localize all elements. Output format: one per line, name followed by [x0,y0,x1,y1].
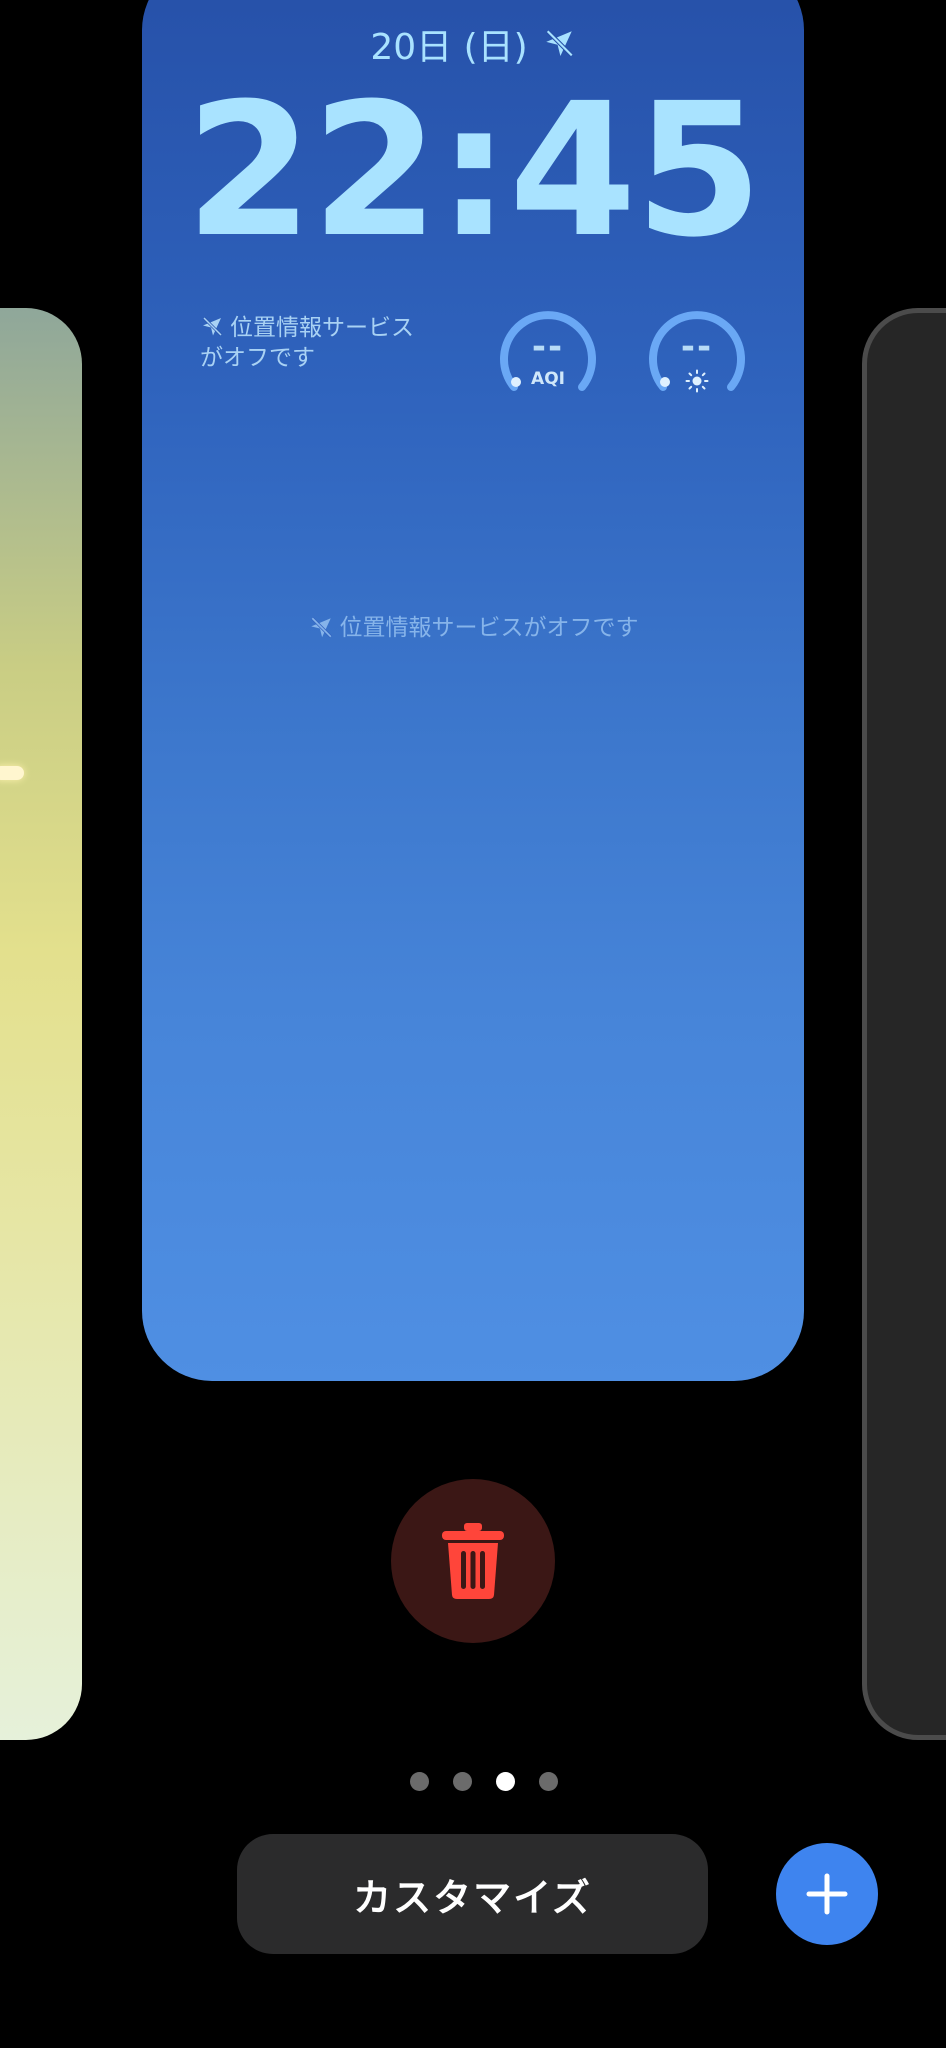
aqi-gauge-widget[interactable]: -- AQI [496,303,600,407]
plus-icon [806,1873,848,1915]
uv-gauge-widget[interactable]: -- [645,303,749,407]
page-dot[interactable] [410,1772,429,1791]
location-off-icon [310,617,332,638]
customize-button[interactable]: カスタマイズ [237,1834,708,1954]
wallpaper-card-next[interactable] [862,308,946,1740]
delete-wallpaper-button[interactable] [391,1479,555,1643]
trash-icon [442,1523,504,1599]
wallpaper-gallery: 20日 (日) 22:45 位置情報サービス がオフです -- AQI -- 位… [0,0,946,2048]
location-off-icon [545,29,573,57]
page-dot-active[interactable] [496,1772,515,1791]
date-row: 20日 (日) [142,18,804,70]
location-widget-text-line1: 位置情報サービス [230,315,414,341]
widget-row: 位置情報サービス がオフです -- AQI -- [142,303,804,413]
page-dot[interactable] [453,1772,472,1791]
wallpaper-card-current[interactable]: 20日 (日) 22:45 位置情報サービス がオフです -- AQI -- 位… [142,0,804,1381]
page-indicator[interactable] [0,1772,946,1791]
add-wallpaper-button[interactable] [776,1843,878,1945]
clock-time: 22:45 [185,64,763,278]
date-label: 20日 (日) [370,27,528,68]
page-dot[interactable] [539,1772,558,1791]
location-off-message: 位置情報サービスがオフです [142,608,804,642]
wallpaper-highlight [0,766,24,780]
location-widget-text-line2: がオフです [200,345,315,371]
location-off-message-text: 位置情報サービスがオフです [339,615,639,641]
aqi-label: AQI [531,369,565,389]
location-widget[interactable]: 位置情報サービス がオフです [200,313,440,373]
location-off-icon [202,316,223,337]
aqi-value: -- [531,327,565,367]
uv-value: -- [680,327,714,367]
sun-icon [685,369,709,393]
wallpaper-card-previous[interactable] [0,308,82,1740]
